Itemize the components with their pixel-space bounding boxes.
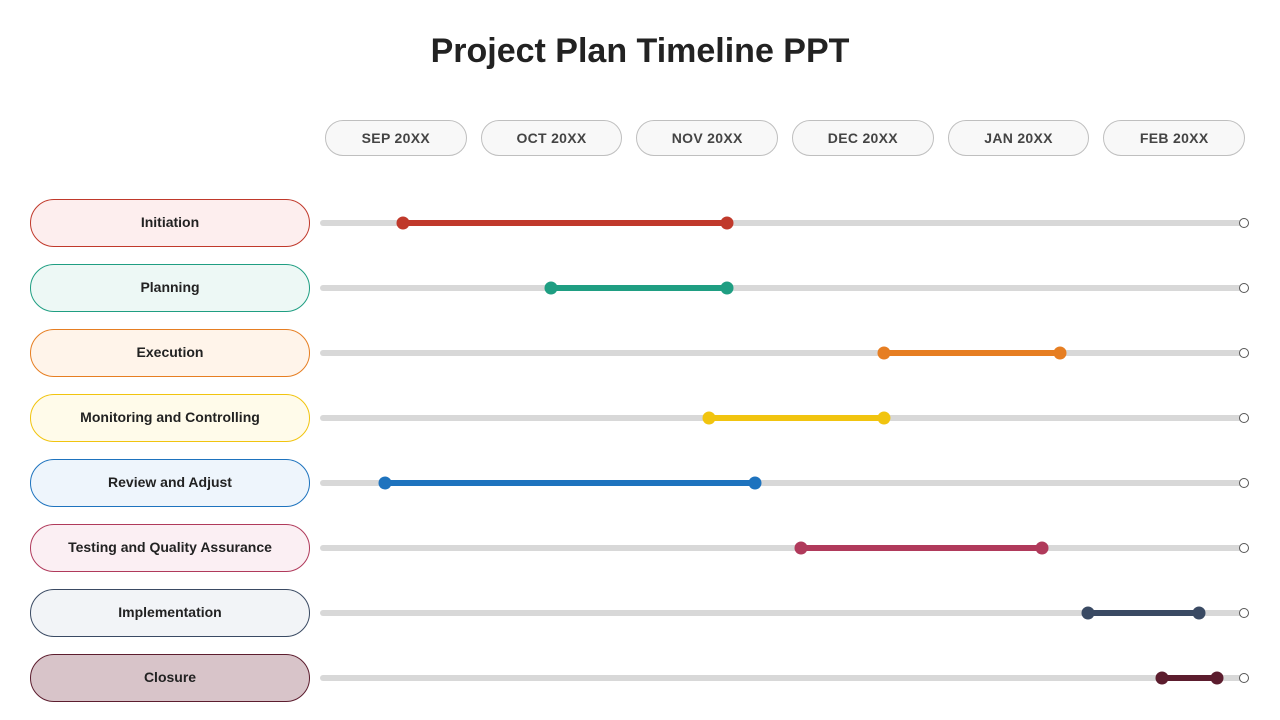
bar-end-dot [721,216,734,229]
bar-end-dot [1192,606,1205,619]
page-title: Project Plan Timeline PPT [0,32,1280,71]
track-end-ring-icon [1239,218,1249,228]
gantt-track [320,415,1245,421]
gantt-bar [801,545,1042,551]
task-label: Testing and Quality Assurance [30,524,310,572]
gantt-bar [884,350,1060,356]
gantt-row: Planning [30,255,1245,320]
task-label: Planning [30,264,310,312]
gantt-row: Execution [30,320,1245,385]
track-end-ring-icon [1239,673,1249,683]
bar-start-dot [397,216,410,229]
bar-start-dot [795,541,808,554]
month-pill: OCT 20XX [481,120,623,156]
month-pill: DEC 20XX [792,120,934,156]
bar-end-dot [1054,346,1067,359]
gantt-track [320,545,1245,551]
track-end-ring-icon [1239,413,1249,423]
month-pill: SEP 20XX [325,120,467,156]
bar-end-dot [878,411,891,424]
track-end-ring-icon [1239,478,1249,488]
bar-end-dot [748,476,761,489]
bar-start-dot [545,281,558,294]
bar-end-dot [1211,671,1224,684]
task-label: Closure [30,654,310,702]
bar-start-dot [702,411,715,424]
gantt-track [320,350,1245,356]
task-label: Execution [30,329,310,377]
gantt-bar [1088,610,1199,616]
gantt-bar [709,415,885,421]
gantt-row: Initiation [30,190,1245,255]
gantt-bar [551,285,727,291]
bar-end-dot [721,281,734,294]
gantt-track [320,480,1245,486]
gantt-rows: Initiation Planning Execution Monitoring an… [30,190,1245,710]
gantt-row: Implementation [30,580,1245,645]
gantt-track [320,220,1245,226]
gantt-track [320,285,1245,291]
gantt-bar [403,220,727,226]
gantt-row: Review and Adjust [30,450,1245,515]
month-pill: JAN 20XX [948,120,1090,156]
track-end-ring-icon [1239,348,1249,358]
gantt-bar [385,480,755,486]
gantt-bar [1162,675,1218,681]
bar-start-dot [878,346,891,359]
gantt-track [320,610,1245,616]
gantt-row: Testing and Quality Assurance [30,515,1245,580]
month-pill: FEB 20XX [1103,120,1245,156]
bar-start-dot [1081,606,1094,619]
month-axis: SEP 20XX OCT 20XX NOV 20XX DEC 20XX JAN 20XX… [325,120,1245,156]
track-end-ring-icon [1239,283,1249,293]
gantt-track [320,675,1245,681]
bar-end-dot [1035,541,1048,554]
task-label: Review and Adjust [30,459,310,507]
track-end-ring-icon [1239,543,1249,553]
task-label: Initiation [30,199,310,247]
task-label: Monitoring and Controlling [30,394,310,442]
bar-start-dot [378,476,391,489]
track-end-ring-icon [1239,608,1249,618]
gantt-row: Closure [30,645,1245,710]
gantt-row: Monitoring and Controlling [30,385,1245,450]
month-pill: NOV 20XX [636,120,778,156]
bar-start-dot [1155,671,1168,684]
task-label: Implementation [30,589,310,637]
